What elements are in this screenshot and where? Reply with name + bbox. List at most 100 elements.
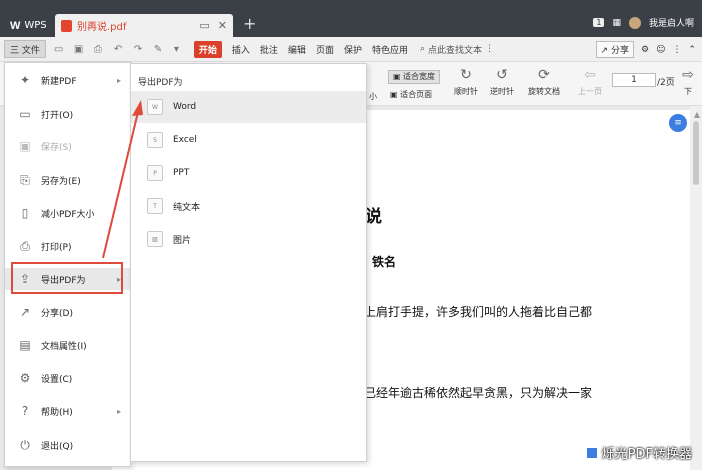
- menu-item-properties[interactable]: ▤ 文档属性(I): [5, 334, 130, 356]
- doc-paragraph-line-1: 上肩打手提，许多我们叫的人拖着比自己都: [364, 305, 593, 319]
- save-as-icon: ⎘: [20, 172, 30, 187]
- rotate-doc-button[interactable]: ⟳ 旋转文档: [524, 68, 564, 97]
- export-ppt-option[interactable]: P PPT: [131, 157, 366, 189]
- properties-icon: ▤: [19, 338, 31, 352]
- format-painter-icon[interactable]: ✎: [154, 44, 166, 55]
- prev-page-label: 上一页: [578, 87, 602, 96]
- find-text-search[interactable]: ⌕ 点此查找文本 ⋮: [420, 43, 494, 56]
- submenu-arrow-icon: ▸: [116, 406, 121, 416]
- next-page-button[interactable]: ⇨ 下: [680, 68, 696, 97]
- wps-home-tab[interactable]: W WPS: [6, 14, 53, 37]
- tab-protect[interactable]: 保护: [344, 43, 362, 56]
- tab-features[interactable]: 特色应用: [372, 43, 408, 56]
- prev-page-button[interactable]: ⇦ 上一页: [576, 68, 604, 97]
- menu-item-label: 新建PDF: [41, 76, 77, 87]
- page-total-label: /2页: [657, 78, 675, 88]
- export-image-option[interactable]: ▨ 图片: [131, 223, 366, 255]
- excel-icon: S: [147, 132, 163, 148]
- page-number-input[interactable]: 1: [612, 73, 656, 87]
- menu-item-save[interactable]: ▣ 保存(S): [5, 135, 130, 157]
- share-button[interactable]: ↗ 分享: [595, 41, 634, 58]
- submenu-header: 导出PDF为: [138, 78, 183, 88]
- menu-item-label: 设置(C): [41, 374, 73, 385]
- menu-item-new-pdf[interactable]: ✦ 新建PDF ▸: [5, 69, 130, 91]
- fit-page-button[interactable]: ▣ 适合页面: [390, 89, 432, 100]
- export-submenu: 导出PDF为 W Word S Excel P PPT T 纯文本 ▨ 图片: [130, 63, 367, 462]
- tab-comment[interactable]: 批注: [260, 43, 278, 56]
- exit-icon: ⏻: [20, 437, 30, 452]
- export-excel-option[interactable]: S Excel: [131, 124, 366, 156]
- print-icon[interactable]: ⎙: [94, 44, 106, 55]
- scroll-up-icon[interactable]: ▲: [694, 110, 700, 119]
- menu-item-label: 保存(S): [41, 142, 72, 153]
- undo-icon[interactable]: ↶: [114, 44, 126, 55]
- grid-icon[interactable]: ▦: [612, 18, 621, 28]
- export-option-label: PPT: [173, 168, 190, 178]
- tab-edit[interactable]: 编辑: [288, 43, 306, 56]
- menu-item-print[interactable]: ⎙ 打印(P): [5, 235, 130, 257]
- export-word-option[interactable]: W Word: [131, 91, 366, 123]
- export-option-label: 图片: [173, 235, 192, 246]
- open-icon[interactable]: ▭: [54, 44, 66, 55]
- menu-item-label: 退出(Q): [41, 441, 74, 452]
- compress-icon: ▯: [21, 206, 29, 220]
- rotate-cw-label: 顺时针: [454, 87, 478, 96]
- arrow-left-icon: ⇦: [584, 67, 596, 83]
- avatar[interactable]: [628, 16, 641, 29]
- rotate-cw-button[interactable]: ↻ 顺时针: [451, 68, 481, 97]
- more-icon: ⋮: [485, 44, 495, 54]
- menu-item-label: 减小PDF大小: [41, 209, 95, 220]
- file-menu-button[interactable]: 三 文件: [4, 40, 46, 58]
- comment-icon[interactable]: ☺: [656, 45, 665, 55]
- tab-page[interactable]: 页面: [316, 43, 334, 56]
- text-icon: T: [147, 198, 163, 214]
- fit-page-icon: ▣: [390, 90, 398, 99]
- redo-icon[interactable]: ↷: [134, 44, 146, 55]
- ppt-icon: P: [147, 165, 163, 181]
- watermark-text: 烁光PDF转换器: [601, 447, 692, 462]
- more-options-icon[interactable]: ⋮: [672, 45, 681, 55]
- chevron-down-icon[interactable]: ▾: [174, 44, 186, 55]
- menu-item-export-pdf[interactable]: ⇪ 导出PDF为 ▸: [5, 268, 130, 290]
- menu-item-settings[interactable]: ⚙ 设置(C): [5, 367, 130, 389]
- open-folder-icon: ▭: [19, 107, 31, 121]
- menu-item-label: 导出PDF为: [41, 275, 86, 286]
- menu-item-open[interactable]: ▭ 打开(O): [5, 103, 130, 125]
- menu-item-help[interactable]: ? 帮助(H) ▸: [5, 400, 130, 422]
- fit-page-label: 适合页面: [400, 90, 433, 99]
- user-name[interactable]: 我是启人啊: [649, 16, 694, 29]
- export-option-label: Excel: [173, 135, 197, 145]
- save-icon[interactable]: ▣: [74, 44, 86, 55]
- rotate-ccw-icon: ↺: [496, 67, 508, 83]
- rotate-cw-icon: ↻: [460, 67, 472, 83]
- document-tab[interactable]: 别再说.pdf ▭ ✕: [55, 14, 233, 37]
- rotate-ccw-label: 逆时针: [490, 87, 514, 96]
- rotate-ccw-button[interactable]: ↺ 逆时针: [487, 68, 517, 97]
- menu-item-exit[interactable]: ⏻ 退出(Q): [5, 434, 130, 456]
- scrollbar-thumb[interactable]: [693, 121, 699, 185]
- menu-item-save-as[interactable]: ⎘ 另存为(E): [5, 169, 130, 191]
- collapse-ribbon-icon[interactable]: ⌃: [688, 45, 696, 55]
- share-icon: ↗: [600, 46, 609, 56]
- rotate-doc-label: 旋转文档: [528, 87, 560, 96]
- fit-width-button[interactable]: ▣ 适合宽度: [388, 70, 440, 84]
- menu-bar: 三 文件 ▭ ▣ ⎙ ↶ ↷ ✎ ▾ 开始 插入 批注 编辑 页面 保护 特色应…: [0, 37, 702, 62]
- tab-start[interactable]: 开始: [193, 40, 222, 58]
- export-option-label: Word: [173, 102, 197, 112]
- find-text-label: 点此查找文本: [428, 45, 483, 56]
- wps-logo-icon: W: [10, 19, 21, 32]
- doc-paragraph-line-2: 已经年逾古稀依然起早贪黑，只为解决一家: [364, 386, 593, 400]
- tab-window-icon[interactable]: ▭: [199, 19, 209, 32]
- new-tab-button[interactable]: +: [243, 14, 256, 33]
- menu-item-label: 分享(D): [41, 308, 73, 319]
- tab-insert[interactable]: 插入: [232, 43, 250, 56]
- close-tab-icon[interactable]: ✕: [218, 19, 227, 32]
- wps-tab-label: WPS: [24, 20, 47, 31]
- page-count-badge[interactable]: 1: [593, 18, 605, 27]
- menu-item-share[interactable]: ↗ 分享(D): [5, 301, 130, 323]
- export-text-option[interactable]: T 纯文本: [131, 190, 366, 222]
- floating-tools-icon[interactable]: ≡: [669, 114, 687, 132]
- settings-icon[interactable]: ⚙: [641, 45, 649, 55]
- export-icon: ⇪: [19, 272, 31, 286]
- menu-item-compress[interactable]: ▯ 减小PDF大小: [5, 202, 130, 224]
